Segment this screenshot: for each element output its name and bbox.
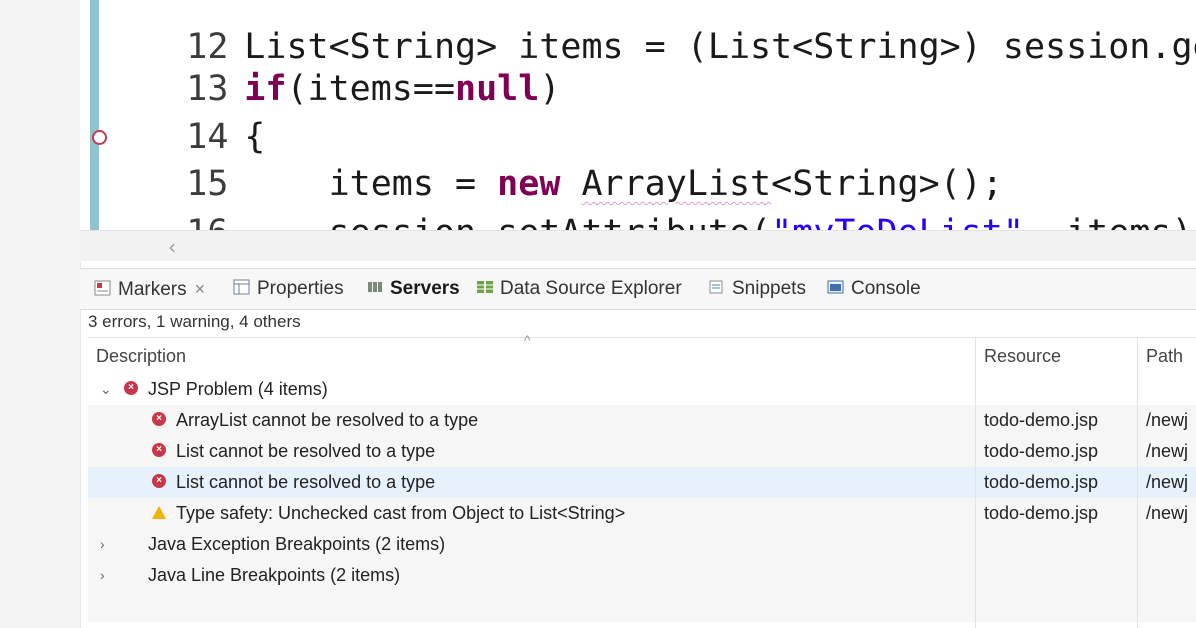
tab-markers[interactable]: Markers × (94, 269, 205, 309)
error-icon: × (152, 474, 166, 489)
row-description: Type safety: Unchecked cast from Object … (176, 503, 626, 523)
error-icon: × (124, 381, 138, 396)
code-line-14: 14{ (102, 68, 265, 157)
tab-label: Properties (257, 278, 344, 299)
row-description: List cannot be resolved to a type (176, 472, 436, 492)
code-editor[interactable]: 12 List<String> items = (List<String>) se… (80, 0, 1196, 262)
row-path: /newj (1146, 503, 1189, 523)
chevron-right-icon[interactable]: › (100, 560, 105, 591)
column-header-description[interactable]: Description (96, 338, 186, 374)
view-tab-bar: Markers × Properties Servers Data Source … (80, 268, 1196, 310)
tab-label: Snippets (732, 278, 806, 299)
column-header-path[interactable]: Path (1146, 338, 1183, 374)
code-line-13: 13 if(items==null) (102, 20, 560, 109)
tab-snippets[interactable]: Snippets (708, 269, 806, 309)
row-path: /newj (1146, 410, 1189, 430)
error-marker-icon[interactable] (92, 130, 107, 145)
row-description: List cannot be resolved to a type (176, 441, 436, 461)
markers-table: ^ Description Resource Path ⌄ × JSP Prob… (88, 332, 1196, 628)
keyword: null (455, 69, 540, 109)
tab-label: Markers (118, 279, 187, 300)
tab-label: Console (851, 278, 921, 299)
row-resource: todo-demo.jsp (984, 472, 1099, 492)
tab-properties[interactable]: Properties (233, 269, 344, 309)
column-header-resource[interactable]: Resource (984, 338, 1061, 374)
row-path: /newj (1146, 472, 1189, 492)
tab-console[interactable]: Console (827, 269, 921, 309)
tab-label: Servers (390, 278, 460, 299)
ruler-bar (90, 0, 99, 230)
tree-row-jsp-problem[interactable]: ⌄ × JSP Problem (4 items) (88, 374, 1196, 405)
tab-servers[interactable]: Servers (366, 269, 460, 309)
snippets-icon (709, 280, 723, 294)
row-resource: todo-demo.jsp (984, 503, 1099, 523)
code-text: ) (539, 69, 561, 109)
tab-data-source-explorer[interactable]: Data Source Explorer (476, 269, 682, 309)
row-path: /newj (1146, 441, 1189, 461)
console-icon (827, 280, 844, 294)
code-line-15: 15 items = new ArrayList<String>(); (102, 115, 1003, 204)
close-icon[interactable]: × (195, 279, 206, 299)
chevron-right-icon[interactable]: › (100, 529, 105, 560)
sort-caret-icon[interactable]: ^ (524, 332, 531, 348)
table-row[interactable]: × List cannot be resolved to a type todo… (88, 436, 1196, 467)
error-icon: × (152, 443, 166, 458)
row-description: JSP Problem (4 items) (148, 379, 328, 399)
error-icon: × (152, 412, 166, 427)
row-description: Java Exception Breakpoints (2 items) (148, 534, 446, 554)
code-text: (items== (286, 69, 456, 109)
horizontal-scrollbar[interactable]: ‹ (80, 230, 1196, 261)
code-line-16: 16 session.setAttribute("myToDoList", it… (102, 164, 1196, 253)
scroll-left-icon[interactable]: ‹ (168, 235, 176, 259)
markers-icon (94, 280, 111, 296)
servers-icon (368, 281, 382, 292)
table-row-empty (88, 591, 1196, 622)
row-description: ArrayList cannot be resolved to a type (176, 410, 479, 430)
chevron-down-icon[interactable]: ⌄ (100, 374, 112, 405)
column-divider[interactable] (1137, 338, 1138, 628)
tree-row-line-breakpoints[interactable]: › Java Line Breakpoints (2 items) (88, 560, 1196, 591)
warning-icon (152, 505, 166, 519)
table-row[interactable]: × ArrayList cannot be resolved to a type… (88, 405, 1196, 436)
tab-label: Data Source Explorer (500, 278, 682, 299)
row-description: Java Line Breakpoints (2 items) (148, 565, 401, 585)
left-gutter (0, 0, 81, 628)
row-resource: todo-demo.jsp (984, 441, 1099, 461)
markers-summary: 3 errors, 1 warning, 4 others (88, 312, 301, 331)
row-resource: todo-demo.jsp (984, 410, 1099, 430)
table-row-selected[interactable]: × List cannot be resolved to a type todo… (88, 467, 1196, 498)
column-divider[interactable] (975, 338, 976, 628)
data-source-icon (477, 280, 493, 293)
tree-row-exception-breakpoints[interactable]: › Java Exception Breakpoints (2 items) (88, 529, 1196, 560)
properties-icon (233, 279, 250, 295)
table-row[interactable]: Type safety: Unchecked cast from Object … (88, 498, 1196, 529)
